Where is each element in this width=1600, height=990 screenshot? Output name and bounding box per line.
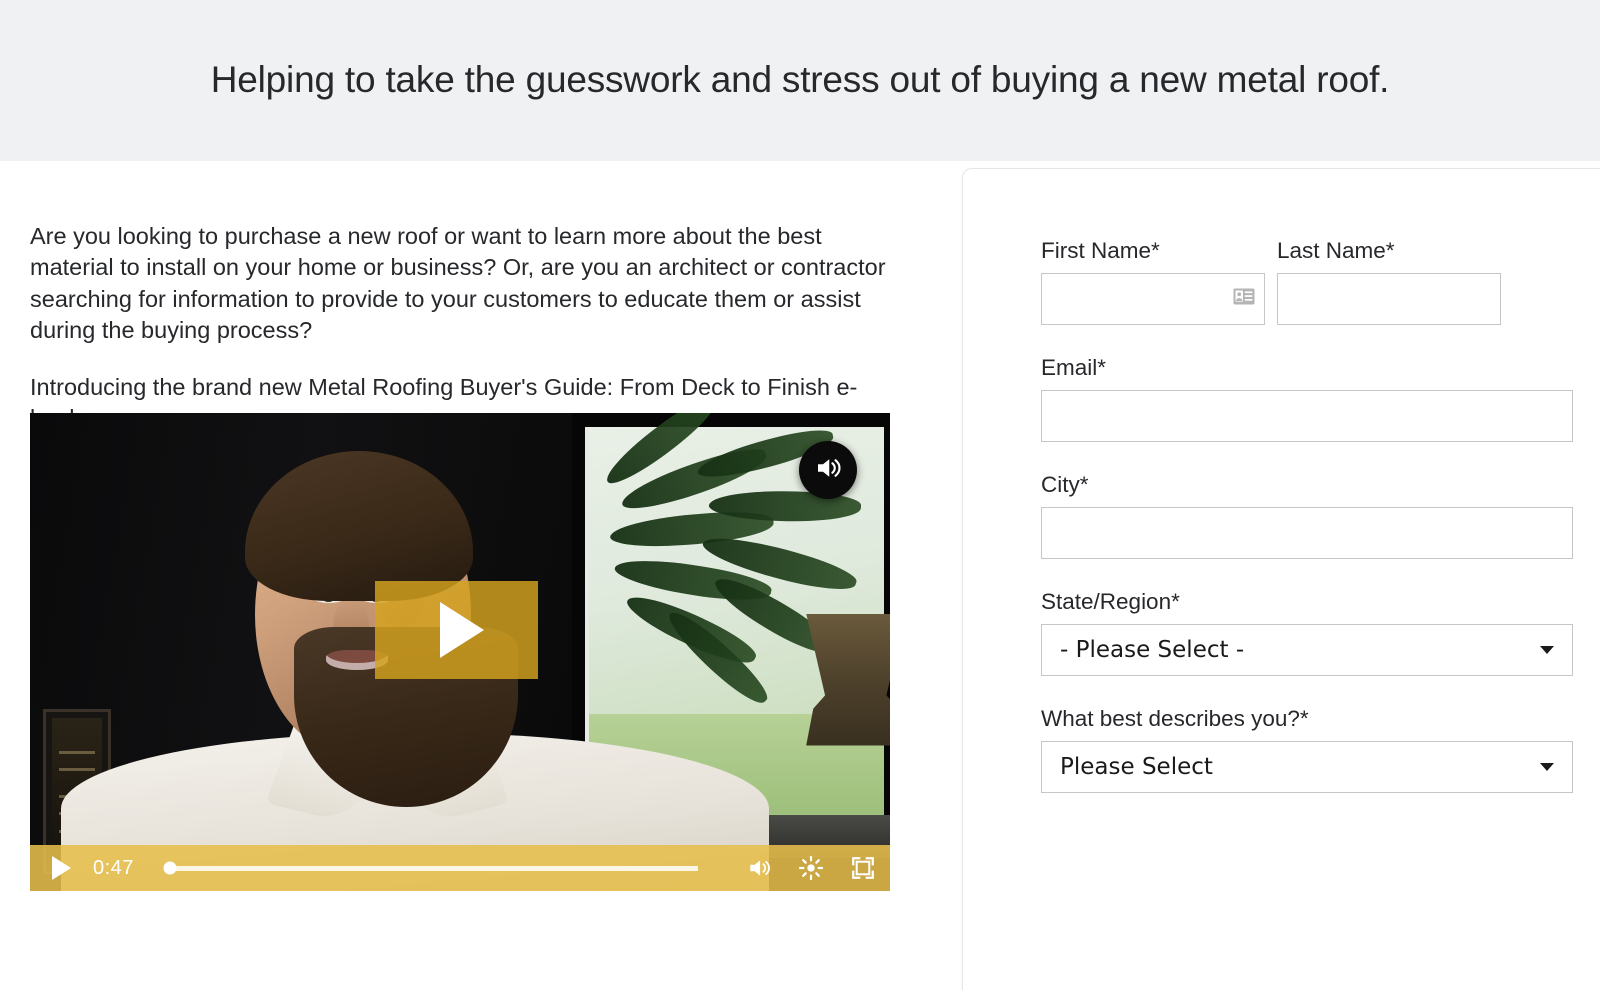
content-column: Are you looking to purchase a new roof o… (30, 221, 890, 435)
settings-gear-icon[interactable] (798, 855, 824, 881)
describes-you-select[interactable]: Please Select (1041, 741, 1573, 793)
scrubber-handle[interactable] (163, 861, 177, 875)
chevron-down-icon (1540, 763, 1554, 771)
name-row: First Name* Last Name* (1041, 238, 1573, 325)
city-input[interactable] (1041, 507, 1573, 559)
last-name-field-group: Last Name* (1277, 238, 1501, 325)
play-icon[interactable] (52, 856, 71, 880)
intro-paragraph-1: Are you looking to purchase a new roof o… (30, 223, 886, 343)
video-current-time: 0:47 (93, 856, 134, 879)
email-field-group: Email* (1041, 355, 1573, 442)
video-scrubber[interactable] (163, 861, 698, 875)
play-triangle-icon (439, 602, 484, 658)
lead-capture-form: First Name* Last Name* Email* City* Stat… (962, 168, 1600, 990)
chevron-down-icon (1540, 646, 1554, 654)
first-name-input[interactable] (1041, 273, 1265, 325)
page-body: Are you looking to purchase a new roof o… (0, 161, 1600, 990)
state-region-selected-value: - Please Select - (1060, 637, 1245, 663)
state-region-field-group: State/Region* - Please Select - (1041, 589, 1573, 676)
speaker-unmute-icon (813, 453, 843, 488)
subject-hair (245, 450, 474, 601)
first-name-field-group: First Name* (1041, 238, 1265, 325)
city-field-group: City* (1041, 472, 1573, 559)
video-play-overlay-button[interactable] (375, 581, 538, 679)
page-header: Helping to take the guesswork and stress… (0, 0, 1600, 161)
describes-you-field-group: What best describes you?* Please Select (1041, 706, 1573, 793)
describes-you-label: What best describes you?* (1041, 706, 1309, 731)
video-control-bar[interactable]: 0:47 (30, 845, 890, 891)
video-player[interactable]: 0:47 (30, 413, 890, 891)
video-unmute-button[interactable] (799, 441, 857, 499)
volume-icon[interactable] (746, 855, 772, 881)
last-name-input[interactable] (1277, 273, 1501, 325)
fullscreen-icon[interactable] (850, 855, 876, 881)
contact-card-icon[interactable] (1233, 288, 1255, 310)
first-name-label: First Name* (1041, 238, 1160, 263)
email-label: Email* (1041, 355, 1107, 380)
page-title: Helping to take the guesswork and stress… (210, 59, 1390, 101)
state-region-label: State/Region* (1041, 589, 1180, 614)
last-name-label: Last Name* (1277, 238, 1395, 263)
city-label: City* (1041, 472, 1089, 497)
state-region-select[interactable]: - Please Select - (1041, 624, 1573, 676)
email-input[interactable] (1041, 390, 1573, 442)
describes-you-selected-value: Please Select (1060, 754, 1213, 780)
